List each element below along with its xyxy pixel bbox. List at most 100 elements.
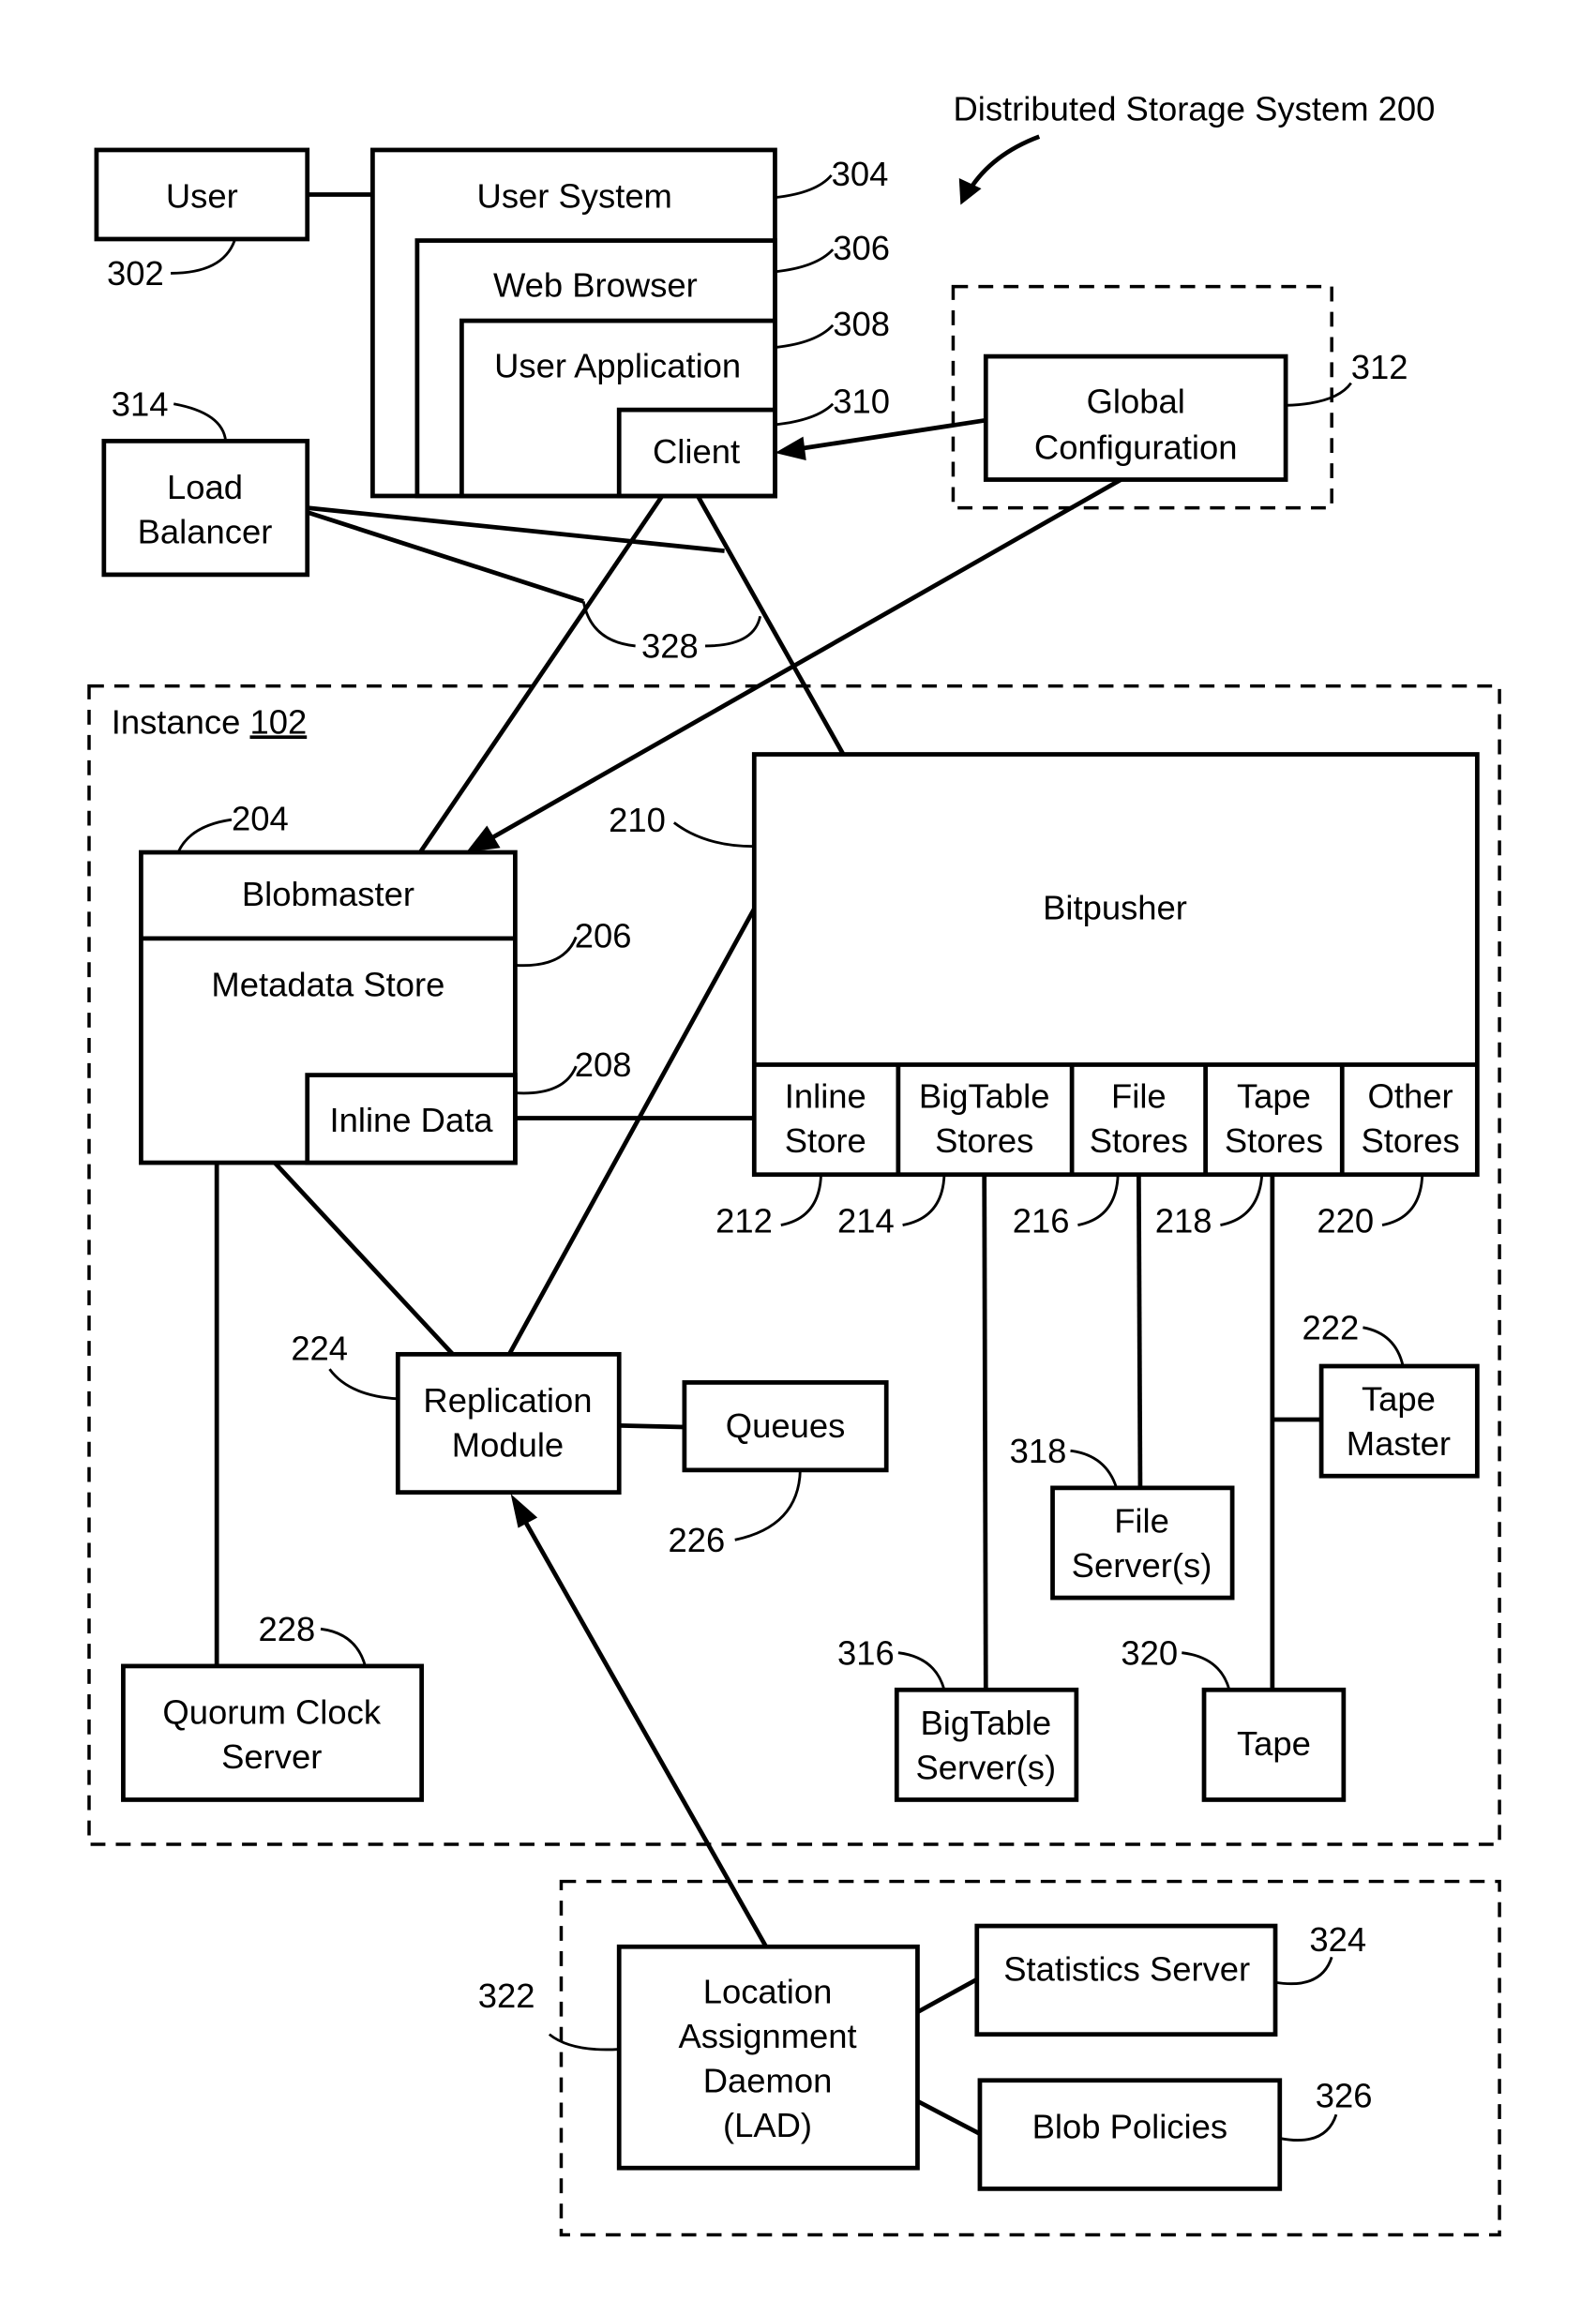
global-configuration-box: Global Configuration <box>983 353 1288 482</box>
leader-222 <box>1363 1326 1405 1367</box>
file-servers-box: File Server(s) <box>1050 1485 1235 1601</box>
ref-210: 210 <box>609 801 666 839</box>
leader-220 <box>1381 1174 1424 1226</box>
svg-text:File: File <box>1114 1501 1169 1540</box>
tape-master-box: Tape Master <box>1318 1363 1480 1479</box>
distributed-storage-system-diagram: Distributed Storage System 200 User 302 … <box>87 89 1501 2237</box>
ref-304: 304 <box>832 155 889 193</box>
ref-316: 316 <box>837 1633 895 1672</box>
svg-text:Store: Store <box>785 1121 866 1160</box>
ref-302: 302 <box>107 254 164 293</box>
leader-206 <box>515 936 578 968</box>
user-application-label: User Application <box>494 346 741 384</box>
ref-326: 326 <box>1316 2076 1373 2114</box>
ref-314: 314 <box>112 384 169 423</box>
ref-216: 216 <box>1013 1201 1070 1240</box>
lad-to-replication-arrowhead <box>510 1494 538 1528</box>
user-system-label: User System <box>477 177 672 216</box>
leader-208 <box>515 1065 578 1095</box>
bigtable-stores-to-servers-link <box>982 1174 988 1691</box>
global-configuration-line1: Global <box>1087 382 1185 420</box>
load-balancer-box: Load Balancer <box>101 438 310 578</box>
load-balancer-line2: Balancer <box>138 513 273 551</box>
ref-220: 220 <box>1317 1201 1374 1240</box>
leader-212 <box>780 1174 822 1226</box>
client-label: Client <box>653 432 740 471</box>
config-to-client-arrow <box>801 417 986 451</box>
svg-text:Location: Location <box>703 1972 833 2010</box>
svg-text:Blob Policies: Blob Policies <box>1032 2108 1227 2146</box>
leader-308 <box>775 323 835 350</box>
leader-228 <box>320 1627 367 1667</box>
svg-text:Server(s): Server(s) <box>915 1748 1056 1786</box>
metadata-store-label: Metadata Store <box>211 966 444 1004</box>
queues-box: Queues <box>682 1380 889 1473</box>
svg-text:Statistics Server: Statistics Server <box>1003 1950 1250 1989</box>
replication-to-queues-link <box>619 1422 685 1430</box>
tape-box: Tape <box>1201 1687 1347 1802</box>
load-balancer-link-1 <box>307 505 725 553</box>
svg-text:Quorum Clock: Quorum Clock <box>162 1693 381 1732</box>
svg-text:Server: Server <box>221 1737 322 1776</box>
leader-314 <box>173 402 228 442</box>
bigtable-servers-box: BigTable Server(s) <box>894 1687 1079 1802</box>
svg-text:(LAD): (LAD) <box>723 2106 812 2144</box>
svg-text:File: File <box>1111 1076 1167 1115</box>
ref-214: 214 <box>837 1201 895 1240</box>
file-stores-to-servers-link <box>1136 1174 1143 1488</box>
replication-module-box: Replication Module <box>395 1351 622 1496</box>
leader-306 <box>775 248 835 274</box>
replication-to-bitpusher-link <box>506 908 757 1356</box>
title-pointer-arrowhead <box>958 178 982 205</box>
leader-224 <box>328 1368 399 1401</box>
ref-222: 222 <box>1302 1308 1360 1346</box>
ref-318: 318 <box>1010 1432 1067 1470</box>
svg-text:Queues: Queues <box>726 1406 845 1445</box>
svg-text:Module: Module <box>452 1426 564 1465</box>
svg-text:Replication: Replication <box>423 1381 592 1420</box>
title-pointer-arrow <box>967 134 1041 191</box>
config-to-blobmaster-arrowhead <box>466 825 501 853</box>
config-to-client-arrowhead <box>775 436 806 460</box>
ref-228: 228 <box>258 1610 315 1648</box>
client-box: Client <box>616 407 777 499</box>
instance-ref: 102 <box>249 702 307 741</box>
svg-text:Assignment: Assignment <box>678 2017 856 2055</box>
leader-320 <box>1182 1651 1231 1691</box>
svg-text:Other: Other <box>1368 1076 1453 1115</box>
svg-text:Stores: Stores <box>1361 1121 1459 1160</box>
svg-text:Master: Master <box>1347 1424 1451 1463</box>
leader-216 <box>1077 1174 1120 1226</box>
blobmaster-to-replication-link <box>273 1161 455 1356</box>
svg-text:Tape: Tape <box>1237 1724 1311 1763</box>
svg-text:Stores: Stores <box>1090 1121 1188 1160</box>
ref-206: 206 <box>575 916 632 955</box>
load-balancer-line1: Load <box>167 468 243 506</box>
blob-policies-box: Blob Policies <box>977 2078 1283 2191</box>
client-to-blobmaster-link <box>418 494 665 854</box>
leader-204 <box>176 818 233 853</box>
svg-text:Tape: Tape <box>1362 1380 1436 1419</box>
bitpusher-label: Bitpusher <box>1043 888 1187 926</box>
ref-208: 208 <box>575 1045 632 1084</box>
lad-to-blob-policies-link <box>916 2098 982 2136</box>
ref-310: 310 <box>833 382 890 420</box>
svg-text:BigTable: BigTable <box>920 1704 1051 1742</box>
ref-308: 308 <box>833 305 890 343</box>
leader-214 <box>902 1174 946 1226</box>
ref-320: 320 <box>1121 1633 1178 1672</box>
diagram-title: Distributed Storage System 200 <box>953 89 1435 128</box>
user-label: User <box>166 177 238 216</box>
lad-to-statistics-link <box>916 1977 978 2015</box>
ref-224: 224 <box>291 1330 348 1368</box>
leader-326 <box>1279 2113 1338 2142</box>
ref-324: 324 <box>1309 1920 1366 1959</box>
leader-302 <box>171 240 236 275</box>
leader-312 <box>1286 382 1352 407</box>
client-to-bitpusher-link <box>696 494 846 756</box>
svg-text:Inline: Inline <box>785 1076 866 1115</box>
lad-box: Location Assignment Daemon (LAD) <box>616 1944 920 2171</box>
statistics-server-box: Statistics Server <box>974 1923 1278 2037</box>
quorum-clock-server-box: Quorum Clock Server <box>121 1663 425 1802</box>
svg-text:Server(s): Server(s) <box>1072 1546 1212 1585</box>
